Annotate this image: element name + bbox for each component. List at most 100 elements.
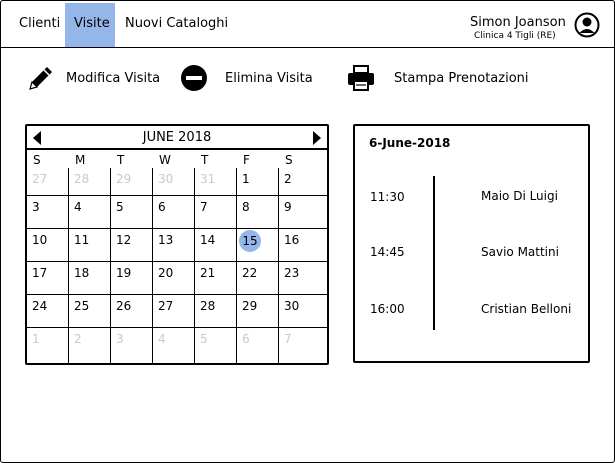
calendar-day-number: 17	[32, 266, 48, 280]
top-navbar: Clienti Visite Nuovi Cataloghi Simon Joa…	[0, 0, 615, 48]
calendar-day-number: 19	[116, 266, 132, 280]
nav-item-visite[interactable]: Visite	[65, 3, 115, 47]
nav-item-clienti[interactable]: Clienti	[19, 3, 60, 47]
appointment-patient[interactable]: Maio Di Luigi	[481, 189, 558, 203]
delete-visit-button[interactable]: Elimina Visita	[179, 60, 313, 96]
calendar-day-number: 10	[32, 233, 48, 247]
calendar-day[interactable]: 4	[69, 196, 111, 229]
delete-visit-label: Elimina Visita	[225, 70, 313, 86]
calendar-day[interactable]: 23	[279, 262, 327, 295]
appointment-patient[interactable]: Cristian Belloni	[481, 302, 571, 316]
weekday-label: S	[33, 153, 41, 167]
calendar-day[interactable]: 19	[111, 262, 153, 295]
calendar-day-number: 28	[74, 172, 90, 186]
calendar-day[interactable]: 2	[69, 328, 111, 363]
next-month-icon[interactable]	[313, 131, 321, 145]
selected-day-marker: 15	[239, 230, 261, 252]
calendar-day[interactable]: 7	[279, 328, 327, 363]
calendar-day-number: 25	[74, 299, 90, 313]
calendar-day[interactable]: 4	[153, 328, 195, 363]
calendar-day[interactable]: 24	[27, 295, 69, 328]
calendar-day-number: 27	[158, 299, 174, 313]
weekday-label: F	[243, 153, 250, 167]
calendar-day-number: 22	[242, 266, 258, 280]
calendar-day[interactable]: 14	[195, 229, 237, 262]
calendar-day[interactable]: 29	[237, 295, 279, 328]
calendar-day[interactable]: 13	[153, 229, 195, 262]
calendar-day-number: 1	[242, 172, 250, 186]
calendar-day-number: 5	[200, 332, 208, 346]
calendar-day[interactable]: 18	[69, 262, 111, 295]
nav-item-nuovi-cataloghi[interactable]: Nuovi Cataloghi	[125, 3, 228, 47]
print-bookings-label: Stampa Prenotazioni	[394, 70, 529, 86]
appointment-time: 16:00	[370, 302, 405, 316]
calendar-day[interactable]: 9	[279, 196, 327, 229]
calendar-day[interactable]: 6	[237, 328, 279, 363]
calendar-day-number: 3	[32, 200, 40, 214]
edit-visit-button[interactable]: Modifica Visita	[26, 60, 160, 96]
minus-circle-icon	[181, 65, 207, 91]
user-name: Simon Joanson	[470, 15, 566, 30]
calendar-day[interactable]: 1	[27, 328, 69, 363]
appointment-time: 14:45	[370, 245, 405, 259]
calendar-day-number: 4	[158, 332, 166, 346]
calendar-day[interactable]: 7	[195, 196, 237, 229]
calendar-day[interactable]: 26	[111, 295, 153, 328]
calendar-day[interactable]: 17	[27, 262, 69, 295]
calendar-day[interactable]: 30	[153, 168, 195, 196]
calendar-day-number: 2	[74, 332, 82, 346]
calendar-day[interactable]: 8	[237, 196, 279, 229]
calendar-day-number: 13	[158, 233, 174, 247]
pencil-icon	[29, 67, 52, 90]
calendar-day[interactable]: 28	[69, 168, 111, 196]
calendar-day[interactable]: 2	[279, 168, 327, 196]
calendar-day[interactable]: 6	[153, 196, 195, 229]
calendar-day[interactable]: 1	[237, 168, 279, 196]
calendar-day[interactable]: 27	[153, 295, 195, 328]
appointment-patient[interactable]: Savio Mattini	[481, 245, 559, 259]
calendar-day-number: 23	[284, 266, 300, 280]
calendar-day[interactable]: 27	[27, 168, 69, 196]
calendar-day-number: 6	[158, 200, 166, 214]
calendar-day[interactable]: 31	[195, 168, 237, 196]
calendar-day[interactable]: 20	[153, 262, 195, 295]
calendar-day-number: 30	[284, 299, 300, 313]
user-avatar-icon[interactable]	[574, 12, 600, 38]
calendar-day[interactable]: 5	[195, 328, 237, 363]
calendar-day[interactable]: 10	[27, 229, 69, 262]
print-bookings-button[interactable]: Stampa Prenotazioni	[346, 60, 529, 96]
calendar-day[interactable]: 12	[111, 229, 153, 262]
calendar-day-number: 12	[116, 233, 132, 247]
calendar-day-number: 16	[284, 233, 300, 247]
calendar-day-number: 6	[242, 332, 250, 346]
calendar-day-number: 11	[74, 233, 90, 247]
calendar-day-number: 2	[284, 172, 292, 186]
calendar-day[interactable]: 3	[111, 328, 153, 363]
timeline-divider	[433, 176, 435, 330]
calendar-day-number: 14	[200, 233, 216, 247]
calendar-day-number: 26	[116, 299, 132, 313]
calendar-day-number: 20	[158, 266, 174, 280]
calendar-day-number: 21	[200, 266, 216, 280]
calendar-day-number: 7	[200, 200, 208, 214]
calendar-day[interactable]: 21	[195, 262, 237, 295]
calendar-day[interactable]: 15	[237, 229, 279, 262]
user-clinic: Clinica 4 Tigli (RE)	[474, 31, 556, 41]
calendar-day[interactable]: 29	[111, 168, 153, 196]
calendar-day[interactable]: 28	[195, 295, 237, 328]
calendar-day[interactable]: 3	[27, 196, 69, 229]
printer-icon	[348, 65, 374, 91]
calendar-day[interactable]: 25	[69, 295, 111, 328]
calendar-day[interactable]: 22	[237, 262, 279, 295]
calendar-day-number: 8	[242, 200, 250, 214]
calendar-month-title: JUNE 2018	[142, 130, 212, 145]
agenda-panel: 6-June-2018 11:30 Maio Di Luigi 14:45 Sa…	[353, 124, 590, 363]
calendar-day-number: 5	[116, 200, 124, 214]
calendar-day[interactable]: 11	[69, 229, 111, 262]
calendar: JUNE 2018 SMTWTFS 27 28 29 30 31 1 2 3 4 5 6 7 8 9 10 1…	[25, 124, 329, 365]
calendar-day[interactable]: 5	[111, 196, 153, 229]
calendar-grid: 27 28 29 30 31 1 2 3 4 5 6 7 8 9 10 11 12 13 14 15 16 17 18 19 2…	[27, 168, 327, 363]
calendar-day[interactable]: 16	[279, 229, 327, 262]
calendar-day[interactable]: 30	[279, 295, 327, 328]
calendar-day-number: 27	[32, 172, 48, 186]
